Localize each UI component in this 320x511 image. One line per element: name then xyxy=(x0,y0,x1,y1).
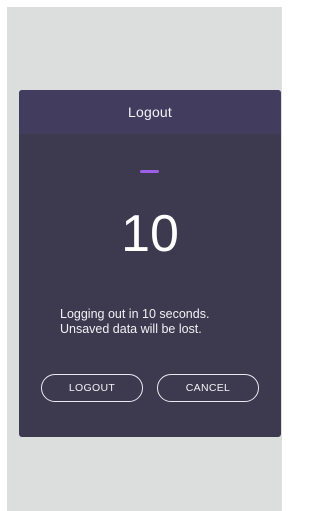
countdown-number: 10 xyxy=(121,205,179,263)
message-line-1: Logging out in 10 seconds. xyxy=(60,307,210,321)
message-line-2: Unsaved data will be lost. xyxy=(60,322,202,336)
logout-button[interactable]: LOGOUT xyxy=(41,374,143,402)
progress-indicator xyxy=(140,170,159,173)
dialog-header: Logout xyxy=(19,90,281,134)
logout-message: Logging out in 10 seconds. Unsaved data … xyxy=(60,307,270,337)
screen-background: Logout 10 Logging out in 10 seconds. Uns… xyxy=(7,7,282,511)
logout-dialog: Logout 10 Logging out in 10 seconds. Uns… xyxy=(19,90,281,437)
dialog-title: Logout xyxy=(127,104,173,120)
cancel-button[interactable]: CANCEL xyxy=(157,374,259,402)
